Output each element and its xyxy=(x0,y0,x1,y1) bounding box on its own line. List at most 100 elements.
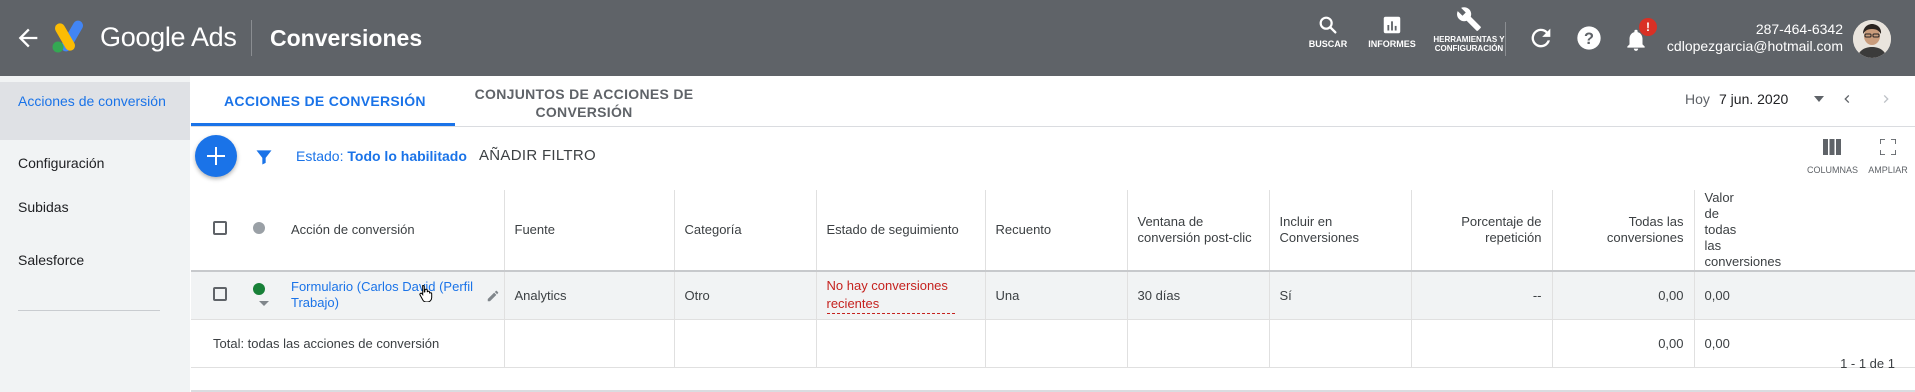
table-row[interactable]: Formulario (Carlos David (Perfil Trabajo… xyxy=(191,271,1915,320)
tab-conversion-actions[interactable]: ACCIONES DE CONVERSIÓN xyxy=(191,76,455,126)
col-header-category[interactable]: Categoría xyxy=(674,190,817,272)
tools-settings-button[interactable]: HERRAMIENTAS Y CONFIGURACIÓN xyxy=(1428,6,1510,53)
total-empty-cell xyxy=(985,319,1128,368)
col-header-click-window[interactable]: Ventana de conversión post-clic xyxy=(1127,190,1270,272)
row-category-cell: Otro xyxy=(674,271,817,320)
reports-icon xyxy=(1383,16,1401,34)
notification-badge: ! xyxy=(1639,18,1657,36)
tab-bar: ACCIONES DE CONVERSIÓN CONJUNTOS DE ACCI… xyxy=(191,76,1915,127)
expand-button[interactable]: AMPLIAR xyxy=(1866,138,1910,175)
notifications-button[interactable]: ! xyxy=(1623,18,1657,54)
sidebar-divider xyxy=(18,310,160,311)
pagination-summary: 1 - 1 de 1 xyxy=(1840,356,1895,371)
back-arrow-icon[interactable] xyxy=(14,24,42,52)
select-all-checkbox[interactable] xyxy=(213,221,227,235)
status-filter-value: Todo lo habilitado xyxy=(347,148,467,164)
conversion-action-link[interactable]: Formulario (Carlos David (Perfil Trabajo… xyxy=(291,279,476,311)
page-title: Conversiones xyxy=(270,25,423,51)
table-total-row: Total: todas las acciones de conversión … xyxy=(191,319,1915,368)
status-filter-label: Estado: xyxy=(296,148,344,164)
edit-pencil-icon[interactable] xyxy=(486,289,500,303)
total-empty-cell xyxy=(503,319,675,368)
add-conversion-button[interactable] xyxy=(195,135,237,177)
total-label: Total: todas las acciones de conversión xyxy=(191,319,504,368)
columns-button[interactable]: COLUMNAS xyxy=(1807,139,1859,175)
search-tool-label: BUSCAR xyxy=(1308,39,1348,49)
enabled-status-icon xyxy=(253,282,265,295)
main-content: ACCIONES DE CONVERSIÓN CONJUNTOS DE ACCI… xyxy=(191,76,1915,392)
row-repeat-rate-cell: -- xyxy=(1411,271,1553,320)
brand-name: Google Ads xyxy=(100,22,237,52)
expand-icon xyxy=(1879,138,1897,156)
table-header-row: Acción de conversión Fuente Categoría Es… xyxy=(191,190,1915,272)
sidebar-item-salesforce[interactable]: Salesforce xyxy=(18,252,84,269)
tracking-status-warning[interactable]: No hay conversiones recientes xyxy=(826,277,955,314)
avatar[interactable] xyxy=(1853,20,1891,58)
total-empty-cell xyxy=(1127,319,1270,368)
help-icon[interactable]: ? xyxy=(1575,24,1603,52)
col-header-all-conversions[interactable]: Todas las conversiones xyxy=(1552,190,1695,272)
total-empty-cell xyxy=(1411,319,1553,368)
sidebar-item-label: Acciones de conversión xyxy=(18,93,166,109)
chevron-right-icon[interactable] xyxy=(1878,91,1894,107)
account-email: cdlopezgarcia@hotmail.com xyxy=(1666,38,1843,54)
filter-icon[interactable] xyxy=(254,147,274,167)
reports-tool-button[interactable]: INFORMES xyxy=(1365,14,1419,50)
tools-divider xyxy=(1505,22,1506,56)
tab-label: CONJUNTOS DE ACCIONES DE CONVERSIÓN xyxy=(474,86,694,120)
total-empty-cell xyxy=(674,319,817,368)
row-all-conversions-value-cell: 0,00 xyxy=(1694,271,1915,320)
col-header-action[interactable]: Acción de conversión xyxy=(269,190,505,272)
tools-settings-label: HERRAMIENTAS Y CONFIGURACIÓN xyxy=(1433,35,1505,53)
row-select-cell xyxy=(191,271,229,320)
col-header-repeat-rate[interactable]: Porcentaje de repetición xyxy=(1411,190,1553,272)
date-range-selector[interactable]: 7 jun. 2020 xyxy=(1719,91,1788,107)
columns-label: COLUMNAS xyxy=(1807,165,1859,175)
col-header-tracking-status[interactable]: Estado de seguimiento xyxy=(816,190,986,272)
conversions-table: Acción de conversión Fuente Categoría Es… xyxy=(191,190,1915,368)
row-action-cell: Formulario (Carlos David (Perfil Trabajo… xyxy=(269,271,505,320)
top-app-bar: Google Ads Conversiones BUSCAR INFORMES … xyxy=(0,0,1915,76)
wrench-icon xyxy=(1457,7,1481,31)
refresh-icon[interactable] xyxy=(1527,24,1555,52)
account-id: 287-464-6342 xyxy=(1755,21,1843,37)
row-tracking-status-cell: No hay conversiones recientes xyxy=(816,271,986,320)
sidebar-item-settings[interactable]: Configuración xyxy=(18,155,104,172)
add-filter-button[interactable]: AÑADIR FILTRO xyxy=(479,147,596,164)
filter-bar: Estado: Todo lo habilitado AÑADIR FILTRO… xyxy=(191,127,1915,189)
status-filter-chip[interactable]: Estado: Todo lo habilitado xyxy=(296,148,467,164)
status-dropdown-icon[interactable] xyxy=(259,301,269,307)
col-header-include[interactable]: Incluir en Conversiones xyxy=(1269,190,1412,272)
row-window-cell: 30 días xyxy=(1127,271,1270,320)
reports-tool-label: INFORMES xyxy=(1368,39,1416,49)
total-empty-cell xyxy=(1269,319,1412,368)
account-info[interactable]: 287-464-6342 cdlopezgarcia@hotmail.com xyxy=(1667,21,1843,55)
status-header-cell xyxy=(229,190,269,272)
total-empty-cell xyxy=(816,319,986,368)
row-status-cell[interactable] xyxy=(229,271,269,320)
columns-icon xyxy=(1823,139,1841,155)
tab-label: ACCIONES DE CONVERSIÓN xyxy=(224,93,426,109)
col-header-all-conversions-value[interactable]: Valor de todas las conversiones xyxy=(1694,190,1915,272)
row-all-conversions-cell: 0,00 xyxy=(1552,271,1695,320)
row-count-cell: Una xyxy=(985,271,1128,320)
date-range-label: Hoy xyxy=(1685,91,1710,107)
header-divider xyxy=(251,20,252,56)
tab-conversion-action-sets[interactable]: CONJUNTOS DE ACCIONES DE CONVERSIÓN xyxy=(467,76,701,126)
row-checkbox[interactable] xyxy=(213,286,227,301)
expand-label: AMPLIAR xyxy=(1868,165,1908,175)
total-all-conversions: 0,00 xyxy=(1552,319,1695,368)
sidebar-item-uploads[interactable]: Subidas xyxy=(18,199,69,216)
chevron-left-icon[interactable] xyxy=(1839,91,1855,107)
select-all-cell xyxy=(191,190,229,272)
col-header-source[interactable]: Fuente xyxy=(504,190,675,272)
google-ads-logo-icon xyxy=(52,20,83,53)
row-include-cell: Sí xyxy=(1269,271,1412,320)
svg-text:?: ? xyxy=(1584,30,1594,48)
status-dot-icon xyxy=(253,222,265,234)
user-photo-icon xyxy=(1853,20,1891,58)
sidebar-item-conversion-actions[interactable]: Acciones de conversión xyxy=(0,82,190,140)
search-tool-button[interactable]: BUSCAR xyxy=(1306,14,1350,50)
col-header-count[interactable]: Recuento xyxy=(985,190,1128,272)
date-dropdown-icon[interactable] xyxy=(1814,96,1824,102)
